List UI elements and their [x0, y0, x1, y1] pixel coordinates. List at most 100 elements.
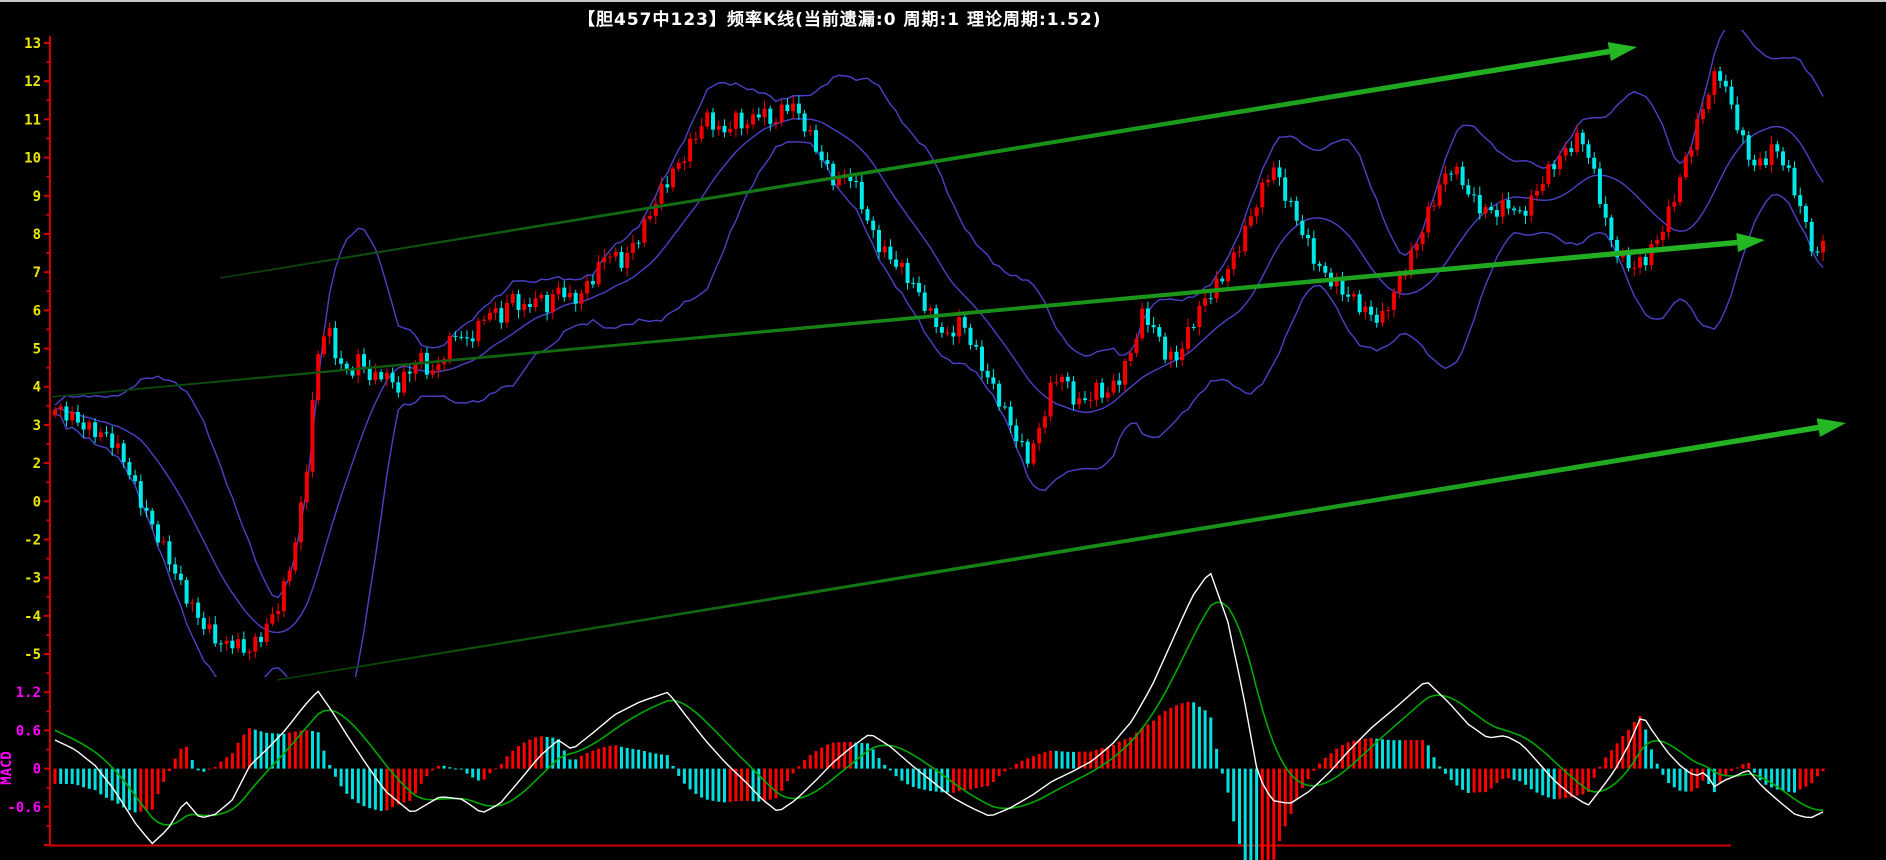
- candle-body: [436, 364, 440, 370]
- macd-histogram-bar: [368, 769, 371, 809]
- candle-body: [311, 400, 315, 472]
- candle-body: [64, 406, 68, 420]
- macd-histogram-bar: [1661, 769, 1664, 775]
- macd-histogram-bar: [586, 753, 589, 769]
- macd-histogram-bar: [1495, 769, 1498, 783]
- bollinger-middle-band: [55, 119, 1823, 633]
- candle-body: [1014, 426, 1018, 442]
- macd-histogram-bar: [923, 769, 926, 790]
- macd-histogram-bar: [1169, 708, 1172, 769]
- candle-body: [110, 434, 114, 448]
- candle-body: [179, 574, 183, 580]
- macd-histogram-bar: [1295, 769, 1298, 800]
- macd-histogram-bar: [340, 769, 343, 787]
- candle-body: [282, 581, 286, 611]
- candle-body: [402, 372, 406, 393]
- macd-histogram-bar: [1267, 769, 1270, 860]
- macd-histogram-bar: [1158, 715, 1161, 768]
- macd-dif: [55, 574, 1823, 844]
- macd-histogram-bar: [397, 769, 400, 805]
- candle-body: [1037, 428, 1041, 444]
- candle-body: [316, 354, 320, 400]
- macd-histogram-bar: [815, 751, 818, 769]
- macd-histogram-bar: [1490, 769, 1493, 789]
- candle-body: [625, 253, 629, 268]
- candle-body: [1032, 443, 1036, 463]
- candle-body: [551, 294, 555, 312]
- macd-histogram-bar: [1049, 751, 1052, 769]
- candle-body: [391, 373, 395, 383]
- macd-histogram-bar: [157, 769, 160, 795]
- macd-histogram-bar: [225, 757, 228, 768]
- candle-body: [757, 114, 761, 117]
- candle-body: [127, 462, 131, 475]
- candle-body: [1106, 393, 1110, 398]
- candle-body: [242, 639, 246, 653]
- candle-body: [196, 603, 200, 618]
- macd-histogram-bar: [317, 732, 320, 768]
- candle-body: [980, 347, 984, 371]
- macd-histogram-bar: [1118, 742, 1121, 769]
- candle-body: [797, 104, 801, 114]
- candle-body: [820, 152, 824, 161]
- price-axis-label: 3: [33, 418, 41, 434]
- macd-histogram-bar: [179, 749, 182, 769]
- candle-body: [637, 243, 641, 244]
- macd-histogram-bar: [740, 769, 743, 801]
- macd-histogram-bar: [792, 769, 795, 774]
- candle-body: [145, 508, 149, 511]
- macd-histogram-bar: [872, 749, 875, 768]
- candle-body: [1375, 315, 1379, 323]
- macd-histogram-bar: [992, 769, 995, 782]
- macd-histogram-bar: [1598, 767, 1601, 769]
- macd-histogram-bar: [683, 769, 686, 784]
- candle-body: [1026, 442, 1030, 464]
- candle-body: [185, 580, 189, 604]
- macd-histogram-bar: [1810, 769, 1813, 783]
- macd-histogram-bar: [494, 769, 497, 770]
- macd-histogram-bar: [1307, 769, 1310, 780]
- candle-body: [974, 345, 978, 347]
- price-axis-label: 5: [33, 342, 41, 358]
- candle-body: [1587, 144, 1591, 158]
- kline-chart-canvas[interactable]: 13121110987654320-2-3-4-51.20.60-0.6MACD: [0, 0, 1886, 860]
- candle-body: [562, 288, 566, 298]
- macd-histogram-bar: [637, 750, 640, 769]
- candle-body: [688, 139, 692, 162]
- macd-histogram-bar: [1684, 769, 1687, 792]
- macd-histogram-bar: [1793, 769, 1796, 793]
- macd-histogram-bar: [1450, 769, 1453, 781]
- candle-body: [253, 637, 257, 652]
- macd-histogram-bar: [174, 759, 177, 769]
- macd-histogram-bar: [82, 769, 85, 788]
- candle-body: [230, 641, 234, 649]
- candle-body: [1524, 211, 1528, 216]
- macd-histogram-bar: [1690, 769, 1693, 792]
- candle-body: [1655, 240, 1659, 244]
- macd-histogram-bar: [1124, 739, 1127, 768]
- candle-body: [1077, 398, 1081, 404]
- macd-histogram-bar: [1003, 769, 1006, 772]
- candle-body: [791, 104, 795, 112]
- macd-histogram-bar: [1507, 769, 1510, 779]
- macd-histogram-bar: [820, 748, 823, 769]
- candle-body: [1546, 164, 1550, 184]
- macd-histogram-bar: [1518, 769, 1521, 782]
- price-axis-label: 10: [24, 151, 41, 167]
- macd-histogram-bar: [1312, 769, 1315, 771]
- price-axis-label: -2: [24, 532, 41, 548]
- macd-histogram-bar: [1272, 769, 1275, 860]
- candle-body: [213, 624, 217, 643]
- trend-arrow-head: [1736, 233, 1765, 252]
- macd-histogram-bar: [1404, 740, 1407, 768]
- macd-histogram-bar: [311, 731, 314, 769]
- macd-histogram-bar: [1106, 747, 1109, 769]
- macd-histogram-bar: [878, 758, 881, 769]
- candle-body: [1741, 130, 1745, 135]
- macd-histogram-bar: [288, 733, 291, 769]
- candle-body: [1232, 252, 1236, 269]
- price-axis-label: 2: [33, 456, 41, 472]
- macd-histogram-bar: [305, 730, 308, 768]
- candle-body: [1260, 182, 1264, 207]
- candle-body: [1632, 268, 1636, 269]
